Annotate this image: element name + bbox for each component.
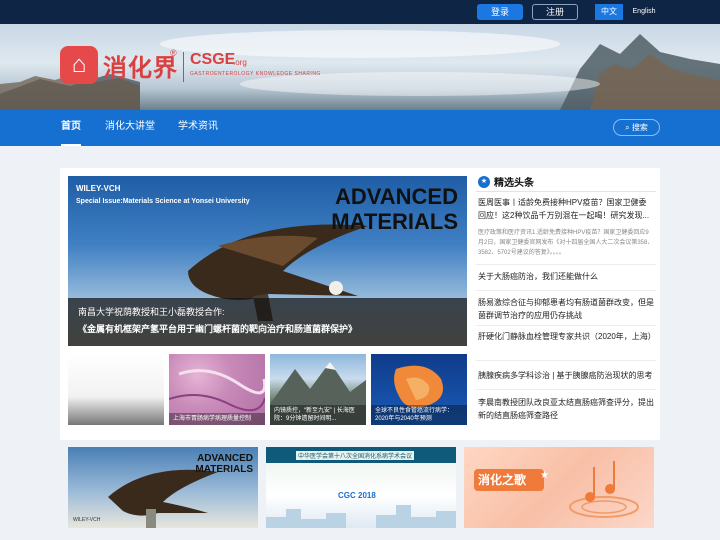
search-button[interactable]: ⌕ 搜索 [613,119,660,136]
divider [476,290,656,291]
ad-brand: WILEY-VCH [73,517,101,523]
music-notes-image [569,461,639,518]
featured-article-title[interactable]: 医周医事丨适龄免费接种HPV疫苗？国家卫健委回应！这2种饮品千万别混在一起喝！研… [478,196,654,222]
register-button[interactable]: 注册 [532,4,578,20]
thumb-2[interactable]: 上海市胃肠病学病理质量控制 [169,354,265,425]
login-button[interactable]: 登录 [477,4,523,20]
thumb-caption [68,421,164,425]
divider [476,389,656,390]
hero-caption-line2: 《金属有机框架产氢平台用于幽门螺杆菌的靶向治疗和肠道菌群保护》 [78,324,358,334]
ad-song-of-digestion[interactable]: 消化之歌 ★ [464,447,654,528]
thumb-caption: 上海市胃肠病学病理质量控制 [169,413,265,425]
search-label: 搜索 [631,123,648,132]
thumb-3[interactable]: 内镜质控，“新至九安” | 长海医院：9分钟遗留时间明... [270,354,366,425]
hero-issue: Special Issue:Materials Science at Yonse… [76,198,250,205]
ad-journal-title: ADVANCED MATERIALS [195,453,253,475]
logo-icon[interactable]: ⌂ [60,46,98,84]
news-item[interactable]: 胰腺疾病多学科诊治 | 基于胰腺癌防治现状的思考 [478,369,654,382]
city-skyline-image [266,505,456,528]
search-icon: ⌕ [625,123,630,132]
divider [476,264,656,265]
ad-cgc-2018[interactable]: 中华医学会第十八次全国消化系病学术会议 CGC 2018 [266,447,456,528]
star-icon: ★ [478,176,490,188]
divider [476,325,656,326]
main-nav: 首页 消化大讲堂 学术资讯 ⌕ 搜索 [0,110,720,146]
top-bar: 登录 注册 中文 English [0,0,720,24]
heading-divider [476,191,656,192]
hero-journal-title: ADVANCED MATERIALS [331,184,458,234]
logo-divider [183,52,184,82]
hero-brand: WILEY-VCH [76,184,121,193]
ad-advanced-materials[interactable]: ADVANCED MATERIALS WILEY-VCH [68,447,258,528]
hero-slide[interactable]: WILEY-VCH Special Issue:Materials Scienc… [68,176,467,346]
divider [476,360,656,361]
nav-item-news[interactable]: 学术资讯 [178,110,218,146]
lang-chinese-button[interactable]: 中文 [595,4,623,20]
nav-item-lecture[interactable]: 消化大讲堂 [105,110,155,146]
hero-caption: 南昌大学祝荫教授和王小磊教授合作: 《金属有机框架产氢平台用于幽门螺杆菌的靶向治… [68,298,467,346]
logo-org: .org [233,58,247,67]
thumb-4[interactable]: 全球不良性食管癌流行病学：2020年与2040年预测 [371,354,467,425]
registered-mark: ® [170,48,177,58]
news-item[interactable]: 肝硬化门静脉血栓管理专家共识（2020年，上海） [478,330,656,343]
news-item[interactable]: 李晨南教授团队改良亚太结直肠癌筛查评分，提出新的结直肠癌筛查路径 [478,396,654,422]
featured-heading: 精选头条 [494,178,534,189]
news-item[interactable]: 肠易激综合征与抑郁患者均有肠道菌群改变，但是菌群调节治疗的应用仍存挑战 [478,296,654,322]
nav-item-home[interactable]: 首页 [61,110,81,146]
thumb-1[interactable] [68,354,164,425]
hero-caption-line1: 南昌大学祝荫教授和王小磊教授合作: [78,307,225,317]
news-item[interactable]: 关于大肠癌防治，我们还能做什么 [478,270,654,283]
thumb-caption: 内镜质控，“新至九安” | 长海医院：9分钟遗留时间明... [270,405,366,425]
logo-text-cn: 消化界 [103,53,178,82]
thumb-caption: 全球不良性食管癌流行病学：2020年与2040年预测 [371,405,467,425]
featured-article-summary: 医疗政策和医疗资讯1.适龄免费接种HPV疫苗？国家卫健委回应9月2日，国家卫健委… [478,230,654,256]
lang-english-button[interactable]: English [628,4,660,20]
header-banner: ⌂ 消化界 ® CSGE .org GASTROENTEROLOGY KNOWL… [0,24,720,110]
logo-subtitle: GASTROENTEROLOGY KNOWLEDGE SHARING [190,71,321,77]
logo-text-en: CSGE [190,51,236,68]
